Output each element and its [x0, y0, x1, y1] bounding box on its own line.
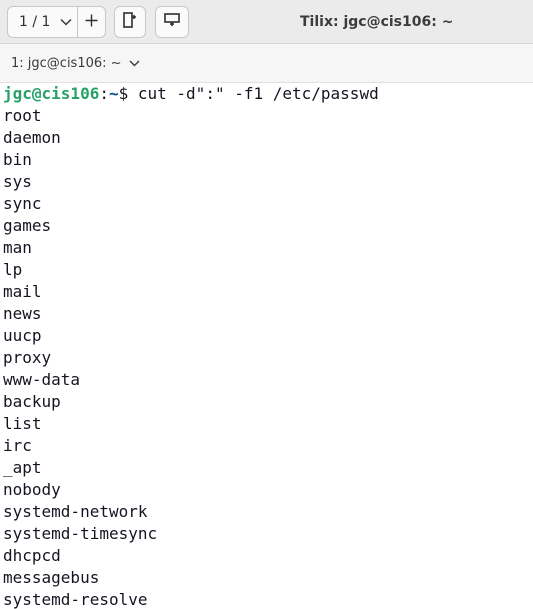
split-down-button[interactable]	[155, 6, 189, 38]
output-line: uucp	[3, 326, 42, 345]
terminal-output[interactable]: jgc@cis106:~$ cut -d":" -f1 /etc/passwd …	[0, 83, 533, 609]
output-line: bin	[3, 150, 32, 169]
output-line: dhcpcd	[3, 546, 61, 565]
command-text: cut -d":" -f1 /etc/passwd	[128, 84, 379, 103]
output-line: man	[3, 238, 32, 257]
output-line: root	[3, 106, 42, 125]
output-line: systemd-timesync	[3, 524, 158, 543]
output-line: nobody	[3, 480, 61, 499]
output-line: www-data	[3, 370, 81, 389]
output-line: irc	[3, 436, 32, 455]
split-vertical-icon	[123, 12, 137, 32]
output-line: list	[3, 414, 42, 433]
plus-icon	[85, 14, 98, 31]
output-line: systemd-resolve	[3, 590, 148, 609]
split-right-button[interactable]	[114, 6, 146, 38]
output-line: systemd-network	[3, 502, 148, 521]
output-line: games	[3, 216, 52, 235]
output-line: backup	[3, 392, 61, 411]
output-line: news	[3, 304, 42, 323]
prompt-line: jgc@cis106:~$ cut -d":" -f1 /etc/passwd	[3, 83, 533, 105]
split-horizontal-icon	[164, 13, 180, 31]
session-switcher-label: 1 / 1	[19, 14, 51, 30]
prompt-path: ~	[108, 84, 119, 103]
output-line: mail	[3, 282, 42, 301]
terminal-title-label: 1: jgc@cis106: ~	[11, 55, 122, 71]
window-title: Tilix: jgc@cis106: ~	[300, 14, 454, 30]
output-line: sys	[3, 172, 32, 191]
output-line: daemon	[3, 128, 61, 147]
tilix-window: 1 / 1 Tilix: jgc@cis106: ~ 1: jgc@cis106…	[0, 0, 533, 609]
prompt-user-host: jgc@cis106	[3, 84, 100, 103]
output-line: proxy	[3, 348, 52, 367]
output-line: lp	[3, 260, 23, 279]
output-line: _apt	[3, 458, 42, 477]
chevron-down-icon	[129, 60, 140, 67]
session-switcher-button[interactable]: 1 / 1	[7, 6, 77, 38]
output-line: sync	[3, 194, 42, 213]
terminal-titlebar: 1: jgc@cis106: ~	[0, 44, 533, 83]
prompt-symbol: $	[118, 84, 129, 103]
headerbar: 1 / 1 Tilix: jgc@cis106: ~	[0, 0, 533, 44]
chevron-down-icon	[60, 18, 72, 26]
terminal-title-button[interactable]: 1: jgc@cis106: ~	[11, 56, 140, 71]
output-line: messagebus	[3, 568, 100, 587]
add-session-button[interactable]	[77, 6, 106, 38]
prompt-separator: :	[99, 84, 109, 103]
